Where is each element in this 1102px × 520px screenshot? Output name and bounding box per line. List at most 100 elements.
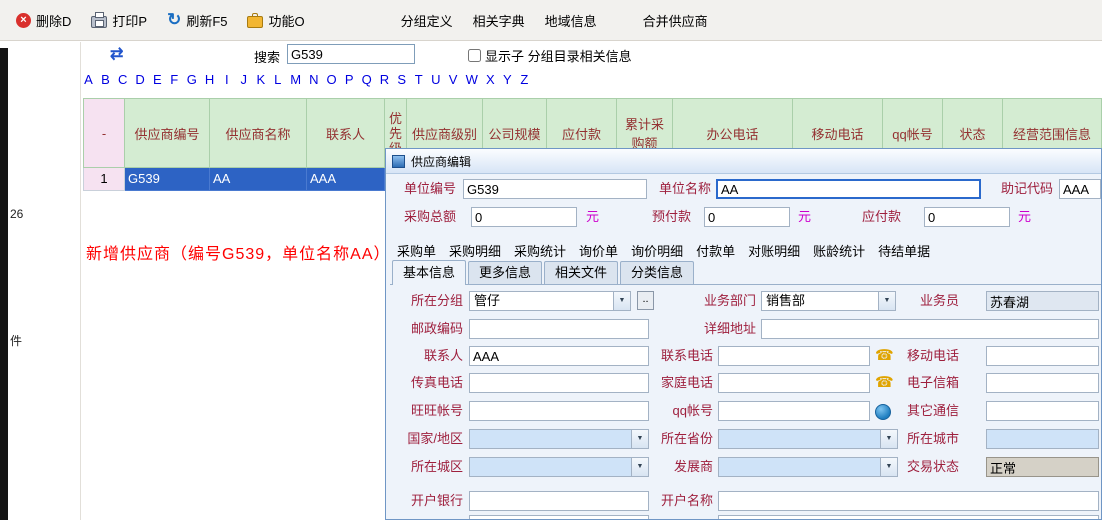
subgroup-checkbox-label: 显示子 分组目录相关信息 <box>485 46 632 65</box>
col-header-supplier-code[interactable]: 供应商编号 <box>125 98 210 168</box>
menu-merge-suppliers[interactable]: 合并供应商 <box>633 6 718 35</box>
subgroup-checkbox-box[interactable] <box>468 49 481 62</box>
cell-supplier-name[interactable]: AA <box>210 168 307 191</box>
menu-group-definition[interactable]: 分组定义 <box>391 6 463 35</box>
alphabet-letter[interactable]: Z <box>520 72 529 87</box>
menu-related-dictionary[interactable]: 相关字典 <box>463 6 535 35</box>
alphabet-letter[interactable]: B <box>101 72 110 87</box>
alphabet-letter[interactable]: U <box>431 72 440 87</box>
link-inquiry-details[interactable]: 询价明细 <box>631 241 683 260</box>
prepaid-field[interactable] <box>704 207 790 227</box>
other-comm-field[interactable] <box>986 401 1099 421</box>
qq-icon[interactable] <box>875 404 891 420</box>
alphabet-letter[interactable]: T <box>414 72 423 87</box>
alphabet-letter[interactable]: H <box>205 72 214 87</box>
cell-supplier-code[interactable]: G539 <box>125 168 210 191</box>
tab-classification-info[interactable]: 分类信息 <box>620 261 694 284</box>
purchase-total-field[interactable] <box>471 207 577 227</box>
alphabet-letter[interactable]: Y <box>503 72 512 87</box>
show-subgroup-checkbox[interactable]: 显示子 分组目录相关信息 <box>468 46 632 65</box>
alphabet-letter[interactable]: R <box>380 72 389 87</box>
alphabet-letter[interactable]: C <box>118 72 127 87</box>
alphabet-letter[interactable]: E <box>153 72 162 87</box>
alphabet-letter[interactable]: F <box>170 72 179 87</box>
link-purchase-details[interactable]: 采购明细 <box>449 241 501 260</box>
city-field[interactable] <box>986 429 1099 449</box>
search-bar: 搜索 显示子 分组目录相关信息 <box>80 42 1102 70</box>
alphabet-letter[interactable]: L <box>273 72 282 87</box>
alphabet-letter[interactable]: G <box>187 72 197 87</box>
alphabet-letter[interactable]: W <box>466 72 478 87</box>
tab-related-files[interactable]: 相关文件 <box>544 261 618 284</box>
link-inquiry-orders[interactable]: 询价单 <box>579 241 618 260</box>
alphabet-letter[interactable]: P <box>345 72 354 87</box>
trade-status-field[interactable] <box>986 457 1099 477</box>
function-icon <box>247 16 263 28</box>
account-name-field[interactable] <box>718 491 1099 511</box>
currency-label: 元 <box>586 207 599 227</box>
alphabet-letter[interactable]: O <box>327 72 337 87</box>
group-combo[interactable]: 管仔 <box>469 291 631 311</box>
alphabet-letter[interactable]: Q <box>362 72 372 87</box>
unit-name-field[interactable] <box>716 179 981 199</box>
col-header-supplier-name[interactable]: 供应商名称 <box>210 98 307 168</box>
email-field[interactable] <box>986 373 1099 393</box>
link-payment-orders[interactable]: 付款单 <box>696 241 735 260</box>
salesman-field[interactable] <box>986 291 1099 311</box>
payable-field[interactable] <box>924 207 1010 227</box>
phone-icon[interactable] <box>875 373 893 393</box>
row-number-cell[interactable]: 1 <box>83 168 125 191</box>
contact-phone-field[interactable] <box>718 346 870 366</box>
alphabet-letter[interactable]: D <box>135 72 144 87</box>
address-field[interactable] <box>761 319 1099 339</box>
alphabet-letter[interactable]: I <box>222 72 231 87</box>
dialog-tab-strip: 基本信息 更多信息 相关文件 分类信息 <box>390 260 1101 285</box>
link-aging-stats[interactable]: 账龄统计 <box>813 241 865 260</box>
province-combo[interactable] <box>718 429 898 449</box>
alphabet-letter[interactable]: J <box>239 72 248 87</box>
alphabet-letter[interactable]: S <box>397 72 406 87</box>
alphabet-letter[interactable]: M <box>290 72 301 87</box>
search-input[interactable] <box>287 44 415 64</box>
alphabet-letter[interactable]: V <box>449 72 458 87</box>
dept-combo[interactable]: 销售部 <box>761 291 896 311</box>
alphabet-letter[interactable]: N <box>309 72 318 87</box>
link-purchase-orders[interactable]: 采购单 <box>397 241 436 260</box>
country-label: 国家/地区 <box>394 429 463 449</box>
print-button[interactable]: 打印P <box>83 6 155 35</box>
unit-code-field[interactable] <box>463 179 647 199</box>
browse-button[interactable]: .. <box>637 291 654 310</box>
link-purchase-stats[interactable]: 采购统计 <box>514 241 566 260</box>
dialog-title: 供应商编辑 <box>411 153 471 170</box>
col-header-contact[interactable]: 联系人 <box>307 98 385 168</box>
refresh-icon <box>167 12 181 28</box>
mobile-field[interactable] <box>986 346 1099 366</box>
developer-combo[interactable] <box>718 457 898 477</box>
tab-more-info[interactable]: 更多信息 <box>468 261 542 284</box>
delete-button[interactable]: 删除D <box>8 6 79 35</box>
alphabet-letter[interactable]: K <box>256 72 265 87</box>
postal-field[interactable] <box>469 319 649 339</box>
alphabet-letter[interactable]: A <box>84 72 93 87</box>
cell-contact[interactable]: AAA <box>307 168 385 191</box>
swap-arrows-icon[interactable] <box>110 44 123 64</box>
qq-field[interactable] <box>718 401 870 421</box>
tab-basic-info[interactable]: 基本信息 <box>392 260 466 285</box>
partial-field[interactable] <box>718 515 1099 520</box>
alphabet-letter[interactable]: X <box>486 72 495 87</box>
phone-icon[interactable] <box>875 346 893 366</box>
annotation-text: 新增供应商（编号G539，单位名称AA） <box>86 240 391 264</box>
function-button[interactable]: 功能O <box>239 6 312 35</box>
link-pending-documents[interactable]: 待结单据 <box>878 241 930 260</box>
link-reconciliation-details[interactable]: 对账明细 <box>748 241 800 260</box>
delete-button-label: 删除D <box>36 11 71 30</box>
refresh-button[interactable]: 刷新F5 <box>159 6 235 35</box>
partial-field[interactable] <box>469 515 649 520</box>
dialog-titlebar[interactable]: 供应商编辑 <box>386 149 1101 174</box>
menu-region-info[interactable]: 地域信息 <box>535 6 607 35</box>
home-phone-field[interactable] <box>718 373 870 393</box>
fax-label: 传真电话 <box>394 373 463 393</box>
col-header-index[interactable]: - <box>83 98 125 168</box>
left-panel-edge <box>0 48 8 520</box>
mnemonic-field[interactable] <box>1059 179 1101 199</box>
